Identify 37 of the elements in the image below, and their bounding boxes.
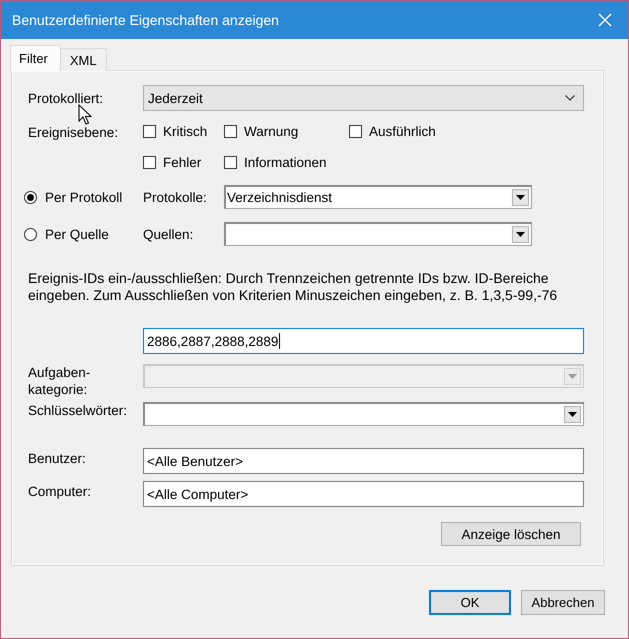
field-label: Ereignisebene: — [28, 125, 120, 140]
dialog-button[interactable]: OK — [429, 590, 511, 615]
field-label: Computer: — [28, 484, 92, 499]
dropdown-button[interactable] — [564, 406, 581, 423]
caret-icon — [516, 195, 525, 200]
checkbox[interactable]: Warnung — [224, 124, 349, 139]
caret-icon — [516, 232, 525, 237]
dropdown-button[interactable] — [512, 226, 529, 243]
field-label: Schlüsselwörter: — [28, 403, 128, 418]
cursor-icon — [78, 104, 92, 126]
clear-button[interactable]: Anzeige löschen — [441, 522, 581, 546]
instruction-text: Ereignis-IDs ein-/ausschließen: Durch Trennzeichen getrennte IDs bzw. ID-Bereiche eingeben. Zum Ausschließen von Kriterien Minuszeichen eingeben, z. B. 1,3,5-99,-76 — [28, 270, 558, 304]
dropdown-button[interactable] — [512, 189, 529, 206]
input-field[interactable]: 2886,2887,2888,2889 — [143, 328, 584, 354]
field-label: Protokolle: — [143, 190, 208, 204]
dropdown[interactable]: Verzeichnisdienst — [224, 185, 532, 209]
dropdown[interactable]: Jederzeit — [143, 85, 584, 111]
checkbox[interactable]: Kritisch — [143, 124, 224, 139]
tab[interactable]: XML — [60, 48, 107, 71]
caret-icon — [568, 412, 577, 417]
chevron-icon — [565, 95, 575, 101]
checkbox[interactable]: Informationen — [224, 155, 349, 170]
checkbox[interactable]: Fehler — [143, 155, 224, 170]
tab[interactable]: Filter — [10, 45, 61, 71]
input-field[interactable]: <Alle Computer> — [143, 481, 584, 507]
checkbox[interactable]: Ausführlich — [349, 124, 436, 139]
field-label: Protokolliert: — [28, 90, 104, 106]
caret-icon — [568, 374, 577, 379]
field-label: Aufgaben- kategorie: — [28, 364, 92, 398]
input-field[interactable]: <Alle Benutzer> — [143, 448, 584, 474]
field-label: Benutzer: — [28, 451, 87, 466]
radio-button[interactable]: Per Quelle — [24, 226, 139, 242]
radio-button[interactable]: Per Protokoll — [24, 190, 139, 204]
window-title: Benutzerdefinierte Eigenschaften anzeigen — [12, 12, 280, 28]
close-icon[interactable] — [598, 13, 612, 27]
field-label: Quellen: — [143, 226, 194, 242]
dialog-button[interactable]: Abbrechen — [521, 590, 605, 615]
